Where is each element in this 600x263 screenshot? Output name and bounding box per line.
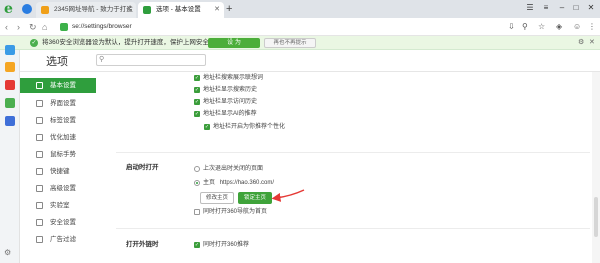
browser-sidebar: ⚙ <box>0 45 20 263</box>
gear-icon[interactable]: ⚙ <box>578 37 584 49</box>
tab-2345[interactable]: 2345网址导航 - 致力于打造 ✕ <box>36 2 136 18</box>
download-icon[interactable]: ⇩ <box>508 22 515 32</box>
nav-ad-filter[interactable]: 广告过滤 <box>20 232 96 247</box>
nav-security[interactable]: 安全设置 <box>20 215 96 230</box>
shield-icon[interactable]: ◈ <box>556 22 562 32</box>
tab-close-icon[interactable]: ✕ <box>214 2 220 18</box>
content-scrollbar[interactable] <box>592 72 600 263</box>
extensions-icon[interactable]: ⚲ <box>522 22 528 32</box>
section-divider <box>116 228 590 229</box>
weibo-icon[interactable] <box>5 80 15 90</box>
search-icon: ⚲ <box>99 56 105 63</box>
tab-icon <box>36 117 43 124</box>
nav-basic-settings[interactable]: 基本设置 <box>20 78 96 93</box>
title-bar: e 2345网址导航 - 致力于打造 ✕ 选项 - 基本设置 ✕ + ☰ ≡ –… <box>0 0 600 18</box>
refresh-icon[interactable]: ↻ <box>29 21 37 33</box>
settings-search-input[interactable]: ⚲ <box>96 54 206 66</box>
back-icon[interactable]: ‹ <box>5 21 8 33</box>
external-link-option[interactable]: ✓ 同时打开360推荐 <box>194 240 249 250</box>
browser-logo-icon[interactable]: e <box>4 2 18 16</box>
star-icon[interactable]: ☆ <box>538 22 545 32</box>
nav-shortcuts[interactable]: 快捷键 <box>20 164 96 179</box>
nav-tab-settings[interactable]: 标签设置 <box>20 113 96 128</box>
checkbox-unchecked-icon[interactable] <box>194 209 200 215</box>
nav-optimize[interactable]: 优化加速 <box>20 130 96 145</box>
external-link-section-label: 打开外链时 <box>126 241 159 248</box>
nav-lab[interactable]: 实验室 <box>20 198 96 213</box>
checkbox-checked-icon[interactable]: ✓ <box>194 242 200 248</box>
user-icon[interactable]: ☺ <box>573 22 581 32</box>
more-menu-icon[interactable]: ⋮ <box>588 22 596 32</box>
mouse-icon <box>36 151 43 158</box>
shield-icon <box>36 219 43 226</box>
minimize-icon[interactable]: – <box>556 2 568 14</box>
close-icon[interactable]: ✕ <box>589 37 595 49</box>
nav-mouse-gestures[interactable]: 鼠标手势 <box>20 147 96 162</box>
tab-favicon-icon <box>143 6 151 14</box>
also-open-nav-option[interactable]: 同时打开360导航为首页 <box>194 207 267 217</box>
menu-icon[interactable]: ≡ <box>540 2 552 14</box>
account-icon[interactable] <box>22 4 32 14</box>
set-default-button[interactable]: 设 为 <box>208 38 260 48</box>
sidebar-settings-icon[interactable]: ⚙ <box>4 248 11 258</box>
url-input[interactable]: se://settings/browser <box>58 20 438 34</box>
new-tab-icon[interactable]: + <box>226 3 232 15</box>
home-icon[interactable]: ⌂ <box>42 21 47 33</box>
annotation-arrow <box>271 189 305 202</box>
nav-advanced[interactable]: 高级设置 <box>20 181 96 196</box>
favorites-icon[interactable] <box>5 62 15 72</box>
advanced-icon <box>36 185 43 192</box>
security-shield-icon <box>60 23 68 31</box>
page-title: 选项 <box>46 56 68 68</box>
translate-icon[interactable] <box>5 45 15 55</box>
maximize-icon[interactable]: □ <box>570 2 582 14</box>
default-browser-notification: ✓ 将360安全浏览器设为默认，提升打开速度，保护上网安全 设 为 再也不再提示… <box>0 36 600 50</box>
scrollbar-thumb[interactable] <box>594 197 598 237</box>
notes-icon[interactable] <box>5 116 15 126</box>
tab-favicon-icon <box>41 6 49 14</box>
flask-icon <box>36 202 43 209</box>
settings-content: ✓ 地址栏搜索展示联想词 ✓ 地址栏显示搜索历史 ✓ 地址栏显示访问历史 ✓ 地… <box>96 72 590 263</box>
gear-icon <box>36 82 43 89</box>
nav-interface-settings[interactable]: 界面设置 <box>20 96 96 111</box>
keyboard-icon <box>36 168 43 175</box>
close-window-icon[interactable]: ✕ <box>585 2 597 14</box>
check-circle-icon: ✓ <box>30 39 38 47</box>
layout-icon <box>36 100 43 107</box>
filter-icon <box>36 236 43 243</box>
rocket-icon <box>36 134 43 141</box>
skin-icon[interactable]: ☰ <box>524 2 536 14</box>
tab-settings[interactable]: 选项 - 基本设置 ✕ <box>138 2 224 18</box>
tab-close-icon[interactable]: ✕ <box>126 2 132 18</box>
address-bar: ‹ › ↻ ⌂ se://settings/browser ⇩ ⚲ ☆ ◈ ☺ … <box>0 18 600 36</box>
forward-icon[interactable]: › <box>17 21 20 33</box>
no-prompt-button[interactable]: 再也不再提示 <box>264 38 316 48</box>
wechat-icon[interactable] <box>5 98 15 108</box>
